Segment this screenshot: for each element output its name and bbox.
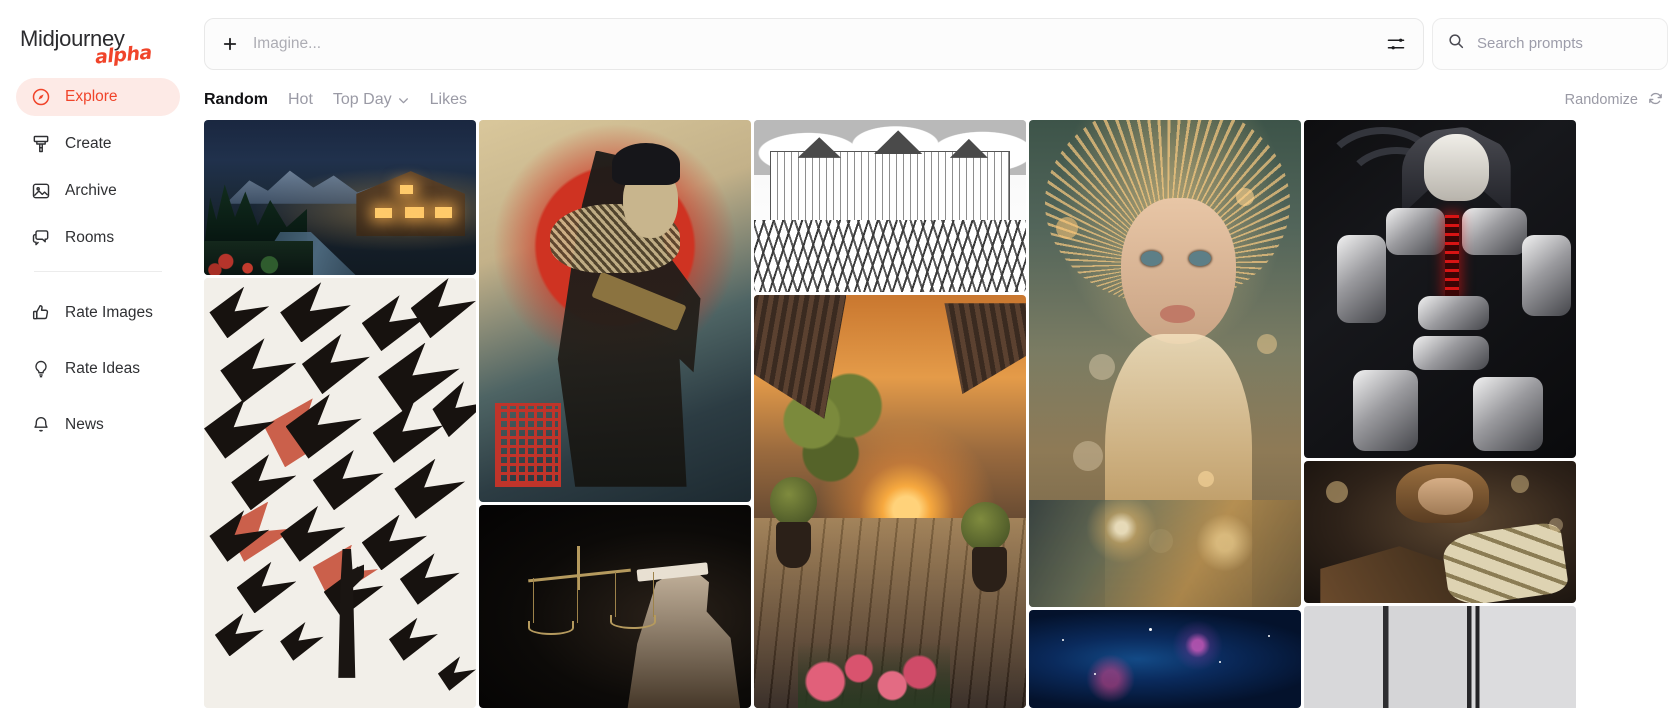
gallery-card-deep-blue-nebula[interactable] (1029, 610, 1301, 708)
brand-logo[interactable]: Midjourney alpha (0, 0, 196, 74)
sidebar-item-label: Rate Images (65, 304, 153, 321)
tab-likes[interactable]: Likes (430, 91, 467, 109)
chat-bubbles-icon (30, 228, 51, 249)
tab-label: Random (204, 91, 268, 108)
image-icon (30, 181, 51, 202)
gallery-card-chateau-line-drawing[interactable] (754, 120, 1026, 292)
refresh-icon (1647, 90, 1664, 111)
bell-icon (30, 415, 51, 436)
image-gallery-grid (196, 120, 1679, 708)
sidebar-divider (34, 271, 162, 272)
artwork-thumbnail (204, 278, 476, 708)
gallery-column (1304, 120, 1576, 708)
artwork-thumbnail (479, 505, 751, 708)
sidebar-item-rate-images[interactable]: Rate Images (16, 294, 180, 332)
gallery-card-blindfolded-lady-justice[interactable] (479, 505, 751, 708)
search-bar[interactable] (1432, 17, 1676, 70)
artwork-thumbnail (1304, 461, 1576, 603)
artwork-thumbnail (204, 120, 476, 275)
sidebar-group-primary: Explore Create Archive Rooms (16, 78, 180, 257)
main-content: Random Hot Top Day Likes (196, 0, 1679, 728)
gallery-column (1029, 120, 1301, 708)
artwork-thumbnail (1304, 606, 1576, 708)
artwork-thumbnail (754, 295, 1026, 708)
gallery-card-cyborg-reaper[interactable] (1304, 120, 1576, 458)
sidebar-item-rooms[interactable]: Rooms (16, 219, 180, 257)
tab-label: Hot (288, 91, 313, 108)
gallery-column (204, 120, 476, 708)
gallery-column (754, 120, 1026, 708)
tab-random[interactable]: Random (204, 91, 268, 109)
gallery-card-grey-interior-strips[interactable] (1304, 606, 1576, 708)
brand-alpha-badge: alpha (94, 41, 153, 69)
thumbs-up-icon (30, 303, 51, 324)
sidebar-item-label: Rate Ideas (65, 360, 140, 377)
sidebar-item-create[interactable]: Create (16, 125, 180, 163)
artwork-thumbnail (1304, 120, 1576, 458)
top-bar (196, 0, 1679, 72)
gallery-card-black-paper-birds-origami[interactable] (204, 278, 476, 708)
gallery-column (479, 120, 751, 708)
artwork-thumbnail (1029, 610, 1301, 708)
filter-tabs-row: Random Hot Top Day Likes Randomize (196, 72, 1679, 120)
app-root: Midjourney alpha Explore Create Archive … (0, 0, 1679, 728)
tab-label: Top Day (332, 91, 392, 108)
gallery-card-courtyard-at-sunset[interactable] (754, 295, 1026, 708)
randomize-label: Randomize (1564, 92, 1638, 108)
gallery-card-stencil-soldier-poster[interactable] (479, 120, 751, 502)
compass-icon (30, 87, 51, 108)
plus-icon[interactable] (221, 35, 239, 53)
tab-label: Likes (429, 91, 467, 108)
tab-top-day[interactable]: Top Day (333, 91, 410, 109)
sidebar-item-label: News (65, 416, 104, 433)
sidebar-item-label: Archive (65, 182, 117, 199)
artwork-thumbnail (1029, 120, 1301, 607)
imagine-input[interactable] (253, 34, 1372, 53)
sidebar-item-label: Explore (65, 88, 118, 105)
gallery-card-warrior-with-gauntlet[interactable] (1304, 461, 1576, 603)
tab-hot[interactable]: Hot (288, 91, 313, 109)
search-input[interactable] (1477, 35, 1676, 52)
lightbulb-icon (30, 359, 51, 380)
sliders-icon[interactable] (1386, 34, 1406, 54)
randomize-button[interactable]: Randomize (1565, 90, 1668, 111)
sidebar-item-label: Create (65, 135, 112, 152)
artwork-thumbnail (479, 120, 751, 502)
sidebar-group-secondary: Rate Images Rate Ideas News (16, 294, 180, 444)
paintbrush-icon (30, 134, 51, 155)
chevron-down-icon (397, 94, 410, 107)
artwork-thumbnail (754, 120, 1026, 292)
gallery-card-mountain-cabin-at-night[interactable] (204, 120, 476, 275)
search-icon (1447, 32, 1465, 55)
sidebar-item-label: Rooms (65, 229, 115, 246)
gallery-card-golden-light-portrait[interactable] (1029, 120, 1301, 607)
sidebar-nav: Explore Create Archive Rooms Rate Images… (0, 74, 196, 444)
sidebar: Midjourney alpha Explore Create Archive … (0, 0, 196, 728)
sidebar-item-rate-ideas[interactable]: Rate Ideas (16, 350, 180, 388)
sidebar-item-news[interactable]: News (16, 406, 180, 444)
sidebar-item-explore[interactable]: Explore (16, 78, 180, 116)
sidebar-item-archive[interactable]: Archive (16, 172, 180, 210)
filter-tabs: Random Hot Top Day Likes (204, 91, 467, 109)
imagine-bar[interactable] (204, 17, 1424, 70)
